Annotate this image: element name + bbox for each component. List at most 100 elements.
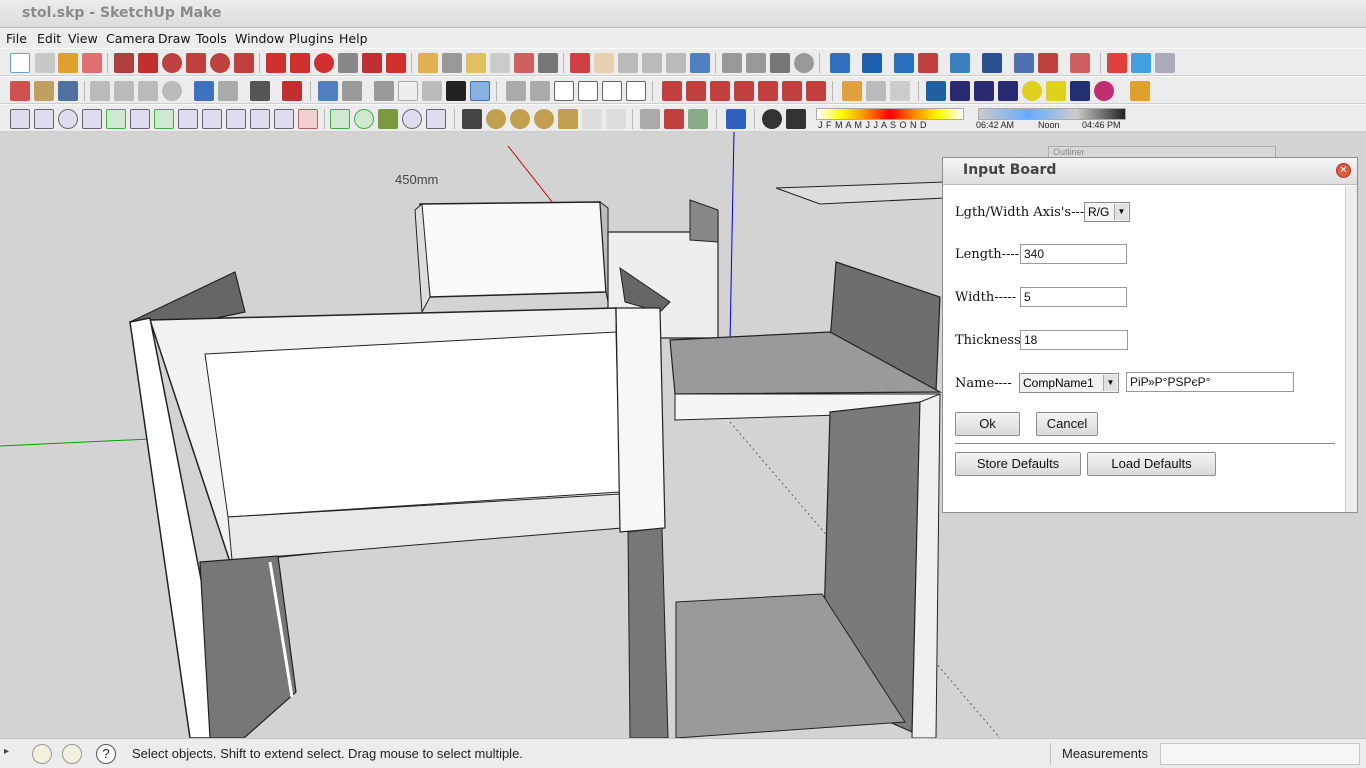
thickness-field[interactable]: 18 [1020,330,1128,350]
rectangle-icon[interactable] [114,53,134,73]
status-expand-icon[interactable]: ▸ [4,746,9,757]
curve-l-icon[interactable] [274,109,294,129]
warning-icon[interactable] [1046,81,1066,101]
shaded-textures-icon[interactable] [470,81,490,101]
curve-e-icon[interactable] [106,109,126,129]
curve-g-icon[interactable] [154,109,174,129]
menu-view[interactable]: View [68,31,98,46]
curve-i-icon[interactable] [202,109,222,129]
sandbox-a-icon[interactable] [662,81,682,101]
copy-icon[interactable] [114,81,134,101]
close-icon[interactable]: ✕ [1336,163,1351,178]
name-field[interactable]: РіР»Р°РЅРєР° [1126,372,1294,392]
pencil-icon[interactable] [1130,81,1150,101]
sandbox-f-icon[interactable] [782,81,802,101]
tool-a-icon[interactable] [640,109,660,129]
measurements-field[interactable] [1160,743,1360,765]
iso-view-icon[interactable] [318,81,338,101]
curve-k-icon[interactable] [250,109,270,129]
axis-select[interactable]: R/G ▼ [1084,202,1130,222]
dialog-scrollbar[interactable] [1345,186,1357,512]
camera-icon[interactable] [762,109,782,129]
zoom-window-icon[interactable] [642,53,662,73]
save-icon[interactable] [58,81,78,101]
circle-icon[interactable] [162,53,182,73]
curve-h-icon[interactable] [178,109,198,129]
tape-measure-icon[interactable] [418,53,438,73]
sun-icon[interactable] [1022,81,1042,101]
layers-icon[interactable] [926,81,946,101]
dimension-icon[interactable] [442,53,462,73]
text-icon[interactable] [490,53,510,73]
scenes-icon[interactable] [950,81,970,101]
geo-location-icon[interactable] [32,744,52,764]
style-c-icon[interactable] [558,109,578,129]
plugin-a-icon[interactable] [830,53,850,73]
model-info-icon[interactable] [282,81,302,101]
paste-icon[interactable] [138,81,158,101]
curve-b-icon[interactable] [34,109,54,129]
lock-icon[interactable] [606,109,626,129]
select-tool-icon[interactable] [10,53,30,73]
menu-window[interactable]: Window [235,31,284,46]
curve-f-icon[interactable] [130,109,150,129]
zoom-icon[interactable] [618,53,638,73]
dialog-titlebar[interactable]: Input Board ✕ [943,158,1357,185]
shadow-time-slider[interactable] [978,108,1126,120]
curve-p-icon[interactable] [378,109,398,129]
curve-c-icon[interactable] [58,109,78,129]
style-b-icon[interactable] [534,109,554,129]
component-browser-icon[interactable] [866,81,886,101]
menu-plugins[interactable]: Plugins [289,31,334,46]
shaded-icon[interactable] [446,81,466,101]
materials-icon[interactable] [890,81,910,101]
menu-camera[interactable]: Camera [106,31,155,46]
curve-q-icon[interactable] [402,109,422,129]
view-iso-icon[interactable] [506,81,526,101]
top-view-icon[interactable] [342,81,362,101]
make-component-icon[interactable] [842,81,862,101]
plugin-d-icon[interactable] [918,53,938,73]
tool-d-icon[interactable] [726,109,746,129]
tool-e-icon[interactable] [786,109,806,129]
walk-icon[interactable] [770,53,790,73]
axes-icon[interactable] [514,53,534,73]
plugin-i-icon[interactable] [1070,53,1090,73]
3d-text-icon[interactable] [538,53,558,73]
menu-file[interactable]: File [6,31,27,46]
polygon-icon[interactable] [210,53,230,73]
name-select[interactable]: CompName1 ▼ [1019,373,1119,393]
tool-b-icon[interactable] [664,109,684,129]
line-icon[interactable] [138,53,158,73]
lightbulb-icon[interactable] [998,81,1018,101]
box-blue-icon[interactable] [1131,53,1151,73]
curve-m-icon[interactable] [298,109,318,129]
protractor-icon[interactable] [466,53,486,73]
help-icon[interactable]: ? [96,744,116,764]
xray-icon[interactable] [374,81,394,101]
open-icon[interactable] [34,81,54,101]
sandbox-c-icon[interactable] [710,81,730,101]
menu-help[interactable]: Help [339,31,368,46]
plugin-c-icon[interactable] [894,53,914,73]
sandbox-g-icon[interactable] [806,81,826,101]
zoom-extents-icon[interactable] [666,53,686,73]
view-right-icon[interactable] [578,81,598,101]
curve-r-icon[interactable] [426,109,446,129]
sandbox-b-icon[interactable] [686,81,706,101]
wireframe-icon[interactable] [398,81,418,101]
redo-icon[interactable] [218,81,238,101]
film-icon[interactable] [974,81,994,101]
credits-icon[interactable] [62,744,82,764]
move-icon[interactable] [266,53,286,73]
hidden-line-icon[interactable] [422,81,442,101]
arc-icon[interactable] [186,53,206,73]
plugin-e-icon[interactable] [950,53,970,73]
new-icon[interactable] [10,81,30,101]
scale-icon[interactable] [362,53,382,73]
paint-bucket-icon[interactable] [58,53,78,73]
follow-me-icon[interactable] [338,53,358,73]
delete-icon[interactable] [162,81,182,101]
eraser-icon[interactable] [82,53,102,73]
length-field[interactable]: 340 [1020,244,1127,264]
